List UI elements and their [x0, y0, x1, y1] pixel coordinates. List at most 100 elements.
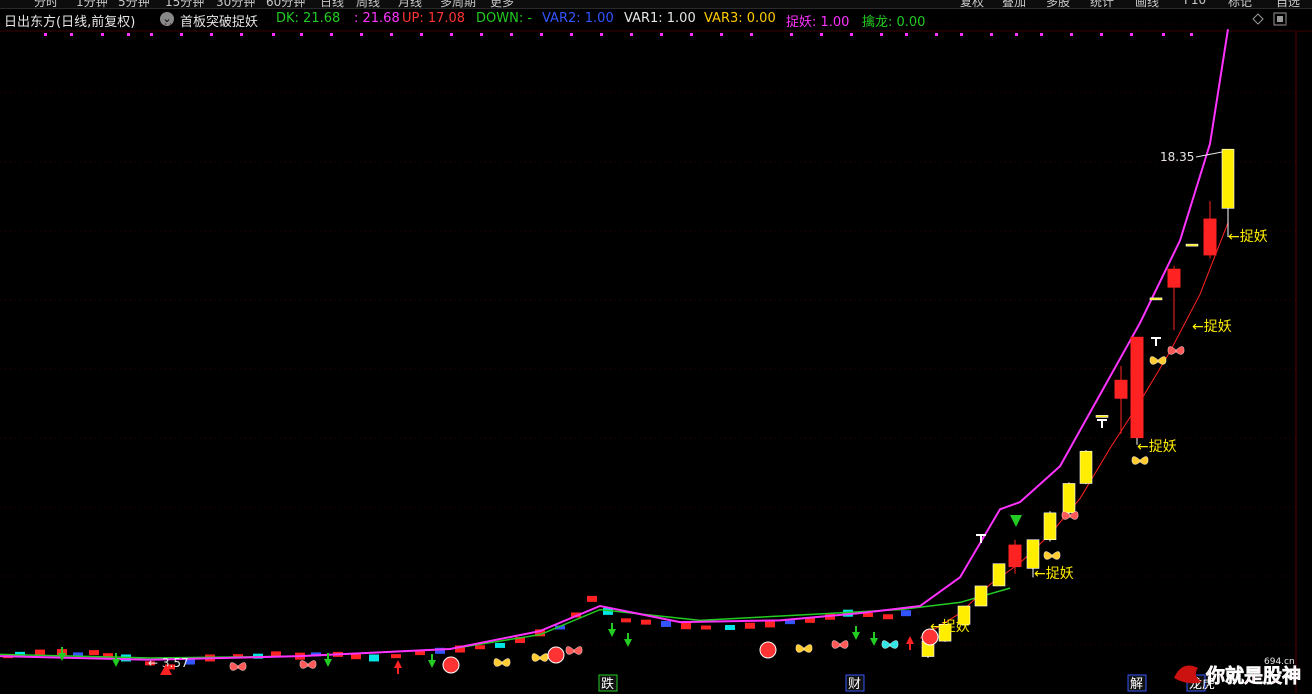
candle [1114, 379, 1128, 399]
signal-dot [420, 33, 423, 36]
candle [587, 595, 597, 602]
candle [641, 619, 651, 625]
signal-dot [390, 33, 393, 36]
signal-badge-icon [547, 646, 565, 664]
candle [621, 618, 631, 623]
candle [745, 622, 755, 629]
signal-dot [540, 33, 543, 36]
up-arrow-icon [394, 660, 402, 674]
event-marker-label: 解 [1130, 677, 1143, 692]
candlestick-chart[interactable]: ←捉妖←捉妖←捉妖←捉妖←捉妖18.35← 3.57跌财解龙虎 [0, 0, 1312, 693]
butterfly-icon [1043, 551, 1061, 560]
signal-dot [905, 33, 908, 36]
candle [1095, 415, 1109, 418]
signal-dot [180, 33, 183, 36]
t-marker-icon [1151, 337, 1161, 346]
high-pointer [1195, 151, 1223, 158]
signal-dot [690, 33, 693, 36]
candle [391, 654, 401, 659]
butterfly-icon [565, 646, 583, 655]
signal-dot [880, 33, 883, 36]
watermark-text: 你就是股神 [1205, 664, 1301, 687]
down-arrow-icon [112, 653, 120, 667]
signal-dot [70, 33, 73, 36]
down-arrow-icon [428, 654, 436, 668]
event-marker-label: 财 [848, 677, 861, 692]
signal-dot [570, 33, 573, 36]
butterfly-icon [1167, 346, 1185, 355]
signal-badge-icon [921, 628, 939, 646]
candle [883, 614, 893, 620]
candle [681, 622, 691, 630]
candle [1130, 336, 1144, 439]
signal-label: ←捉妖 [1034, 566, 1074, 582]
low-price-label: ← 3.57 [148, 656, 189, 670]
candle [1167, 268, 1181, 288]
signal-badge-icon [759, 641, 777, 659]
down-triangle-icon [1010, 515, 1022, 527]
candle [1079, 450, 1093, 484]
butterfly-icon [493, 658, 511, 667]
signal-dot [360, 33, 363, 36]
watermark-logo: 你就是股神 694.cn [1168, 656, 1312, 688]
signal-dot [510, 33, 513, 36]
logo-bird-icon [1174, 665, 1202, 684]
signal-dot [1100, 33, 1103, 36]
signal-dot [150, 33, 153, 36]
support-line [919, 222, 1229, 639]
signal-dot [300, 33, 303, 36]
signal-dot [1070, 33, 1073, 36]
butterfly-icon [531, 653, 549, 662]
signal-dot [1015, 33, 1018, 36]
signal-label: ←捉妖 [1192, 319, 1232, 335]
butterfly-icon [1131, 456, 1149, 465]
watermark-site: 694.cn [1264, 657, 1295, 667]
butterfly-icon [831, 640, 849, 649]
signal-dot [850, 33, 853, 36]
signal-dot [750, 33, 753, 36]
signal-label: ←捉妖 [1228, 229, 1268, 245]
signal-label: ←捉妖 [1137, 439, 1177, 455]
candle [1026, 539, 1040, 569]
signal-dot [790, 33, 793, 36]
high-price-label: 18.35 [1160, 150, 1194, 164]
candle [661, 620, 671, 627]
candle [992, 563, 1006, 587]
down-arrow-icon [870, 632, 878, 646]
signal-dot [240, 33, 243, 36]
signal-dot [1162, 33, 1165, 36]
signal-dot [330, 33, 333, 36]
signal-dot [720, 33, 723, 36]
candle [974, 585, 988, 607]
signal-dot [600, 33, 603, 36]
t-marker-icon [1097, 419, 1107, 428]
signal-dot [1190, 33, 1193, 36]
candle [725, 625, 735, 631]
butterfly-icon [881, 640, 899, 649]
candle [1185, 243, 1199, 247]
signal-dot [127, 33, 130, 36]
signal-dot [480, 33, 483, 36]
butterfly-icon [1149, 356, 1167, 365]
signal-dot [660, 33, 663, 36]
candle [89, 650, 99, 656]
signal-dot [44, 33, 47, 36]
signal-dot [210, 33, 213, 36]
candle [495, 642, 505, 648]
butterfly-icon [299, 660, 317, 669]
butterfly-icon [229, 662, 247, 671]
signal-dot [935, 33, 938, 36]
signal-dot [101, 33, 104, 36]
candle [1043, 512, 1057, 541]
candle [475, 645, 485, 650]
signal-dot [450, 33, 453, 36]
down-arrow-icon [608, 623, 616, 637]
event-marker-label: 跌 [601, 676, 614, 692]
up-arrow-icon [906, 636, 914, 650]
signal-dot [1130, 33, 1133, 36]
candle [701, 625, 711, 630]
candle [1062, 483, 1076, 514]
butterfly-icon [795, 644, 813, 653]
signal-dot [990, 33, 993, 36]
candle [1008, 544, 1022, 568]
